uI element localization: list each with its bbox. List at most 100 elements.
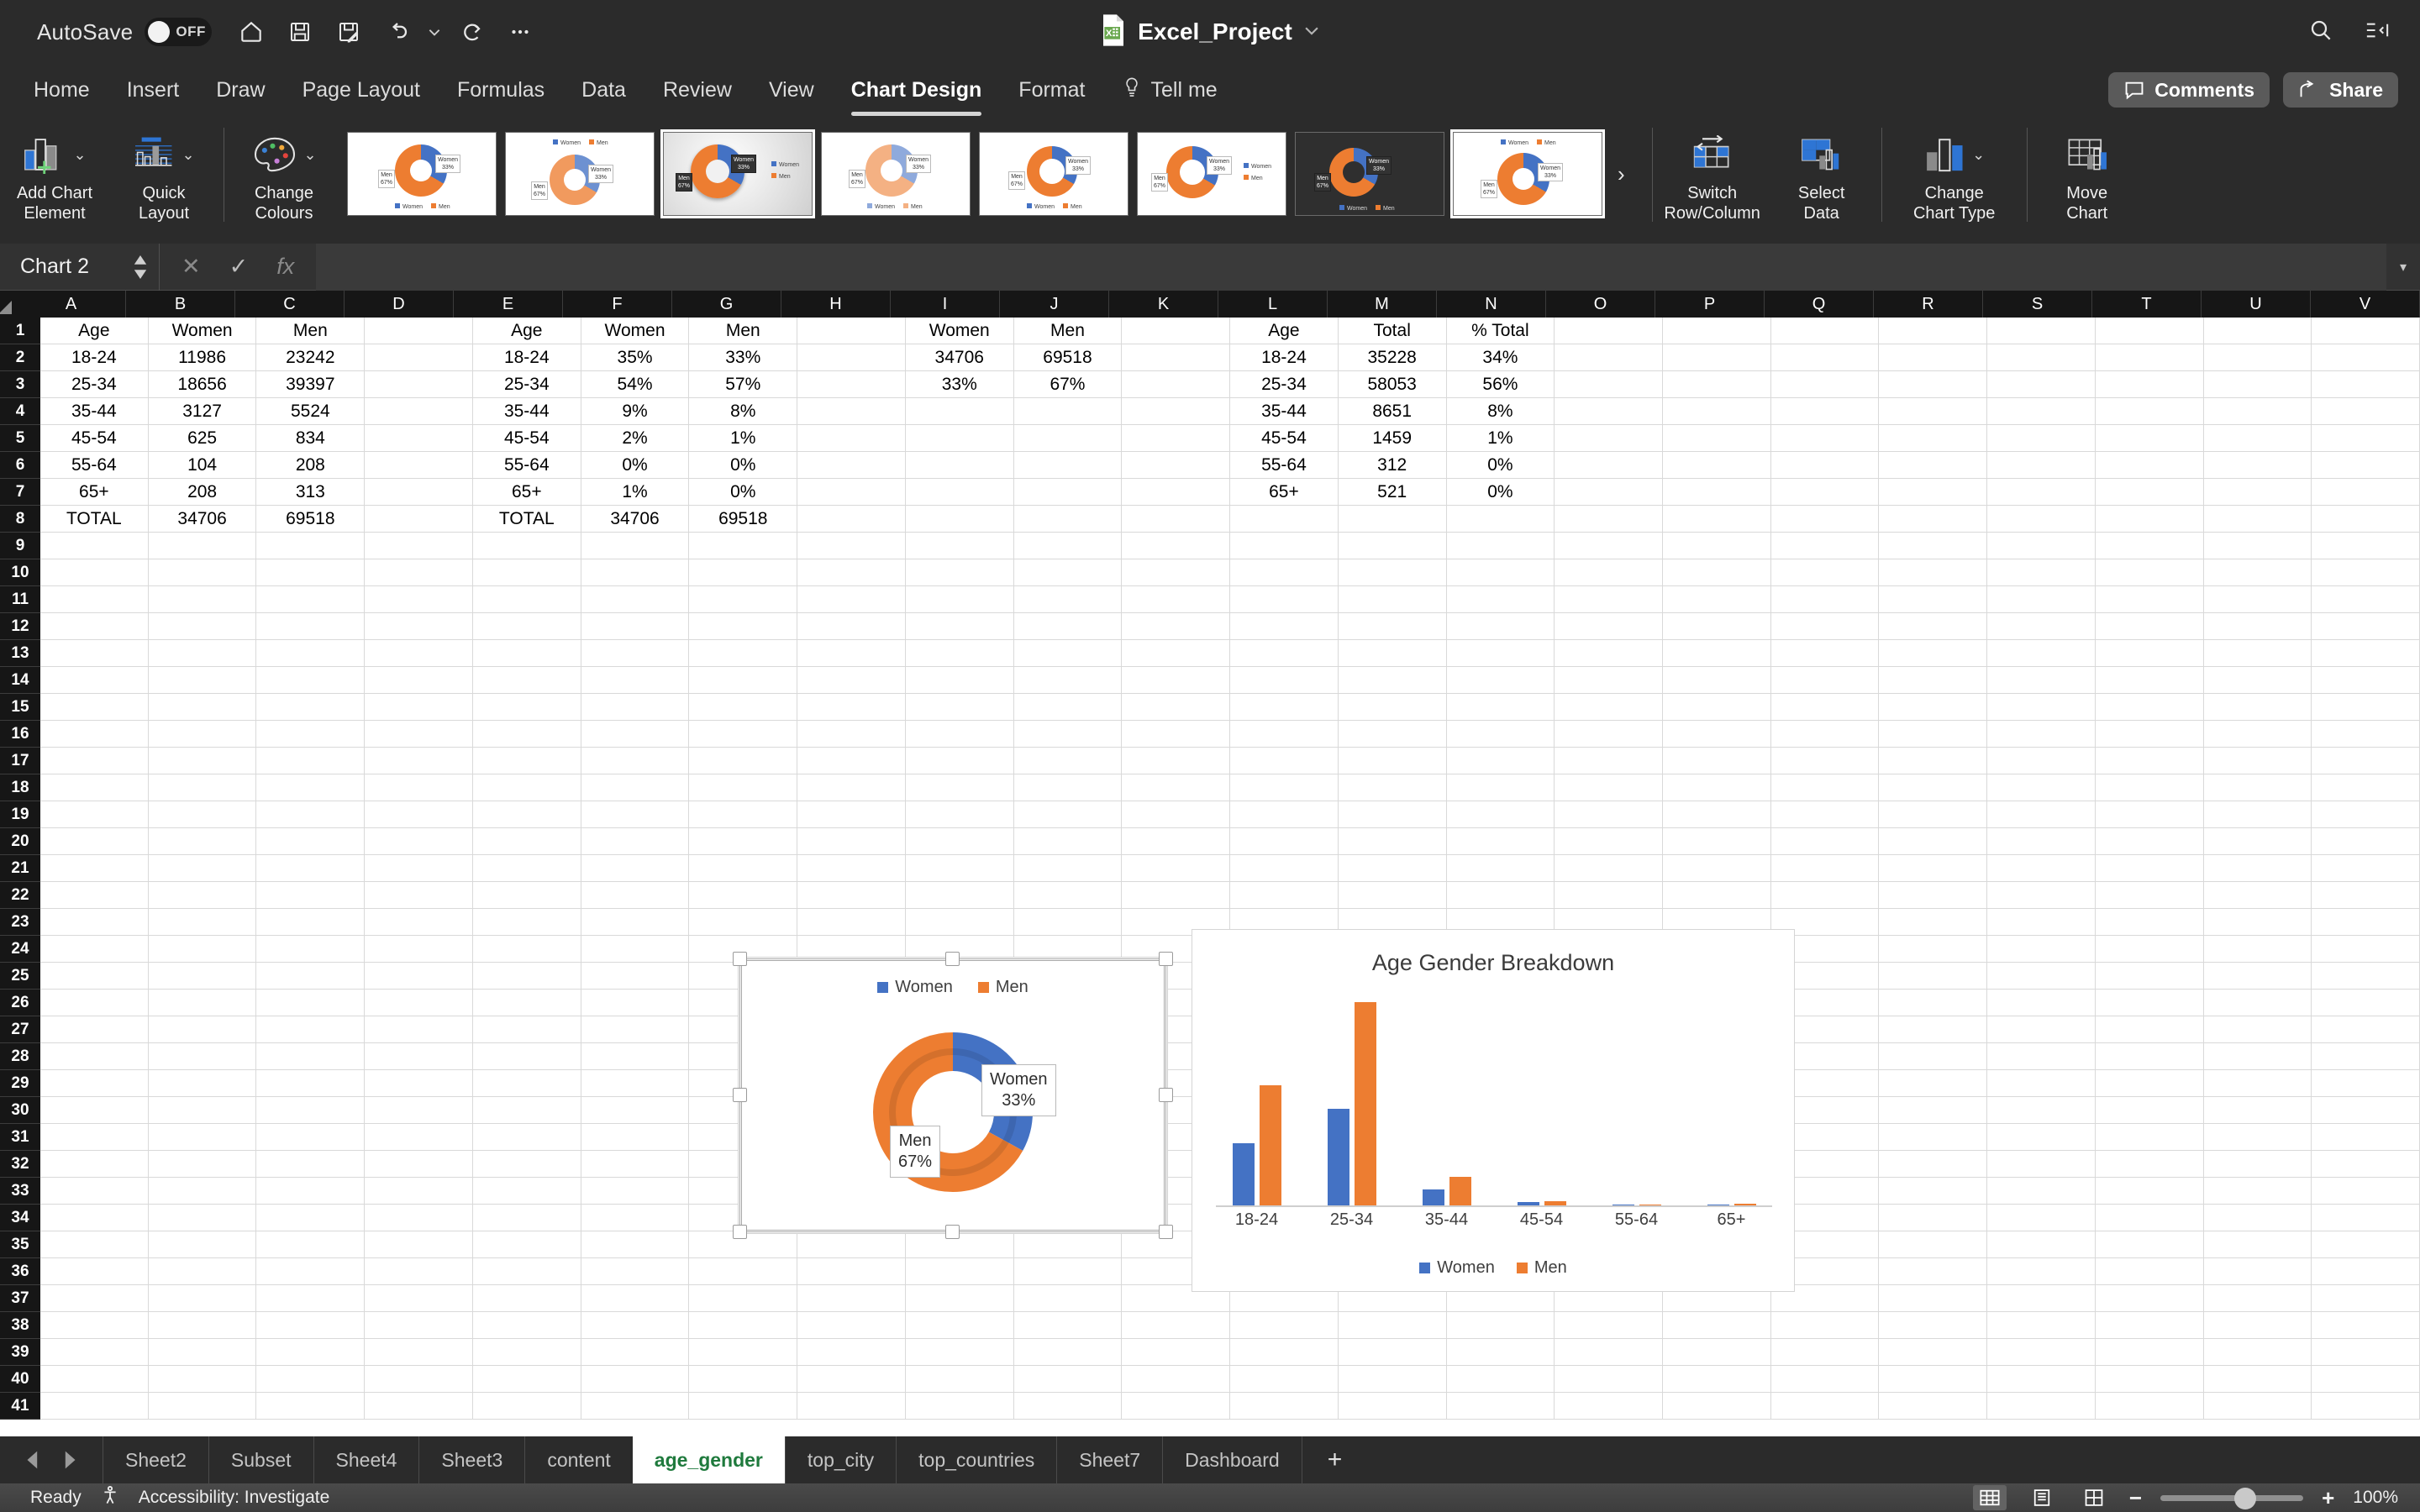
chart-style-thumb-6[interactable]: Women 33% Men 67% Women Men: [1137, 132, 1286, 216]
cell-L13[interactable]: [1230, 640, 1339, 667]
cell-E17[interactable]: [472, 748, 581, 774]
cell-G9[interactable]: [689, 533, 798, 559]
cell-Q4[interactable]: [1770, 398, 1880, 425]
cell-E23[interactable]: [472, 909, 581, 936]
cell-A30[interactable]: [40, 1097, 149, 1124]
cell-N17[interactable]: [1446, 748, 1555, 774]
cell-B38[interactable]: [148, 1312, 257, 1339]
cell-O40[interactable]: [1555, 1366, 1664, 1393]
cell-S35[interactable]: [1987, 1231, 2096, 1258]
row-header-40[interactable]: 40: [0, 1366, 40, 1393]
chevron-down-icon[interactable]: ⌄: [1972, 144, 1985, 165]
cell-A31[interactable]: [40, 1124, 149, 1151]
undo-icon[interactable]: [373, 8, 422, 56]
cell-E10[interactable]: [472, 559, 581, 586]
cell-M9[interactable]: [1338, 533, 1447, 559]
cell-Q18[interactable]: [1770, 774, 1880, 801]
cell-Q8[interactable]: [1770, 506, 1880, 533]
cell-T24[interactable]: [2095, 936, 2204, 963]
cell-V24[interactable]: [2312, 936, 2420, 963]
cell-F1[interactable]: Women: [581, 318, 690, 344]
cell-B33[interactable]: [148, 1178, 257, 1205]
resize-handle-top-left[interactable]: [733, 952, 747, 966]
cell-S33[interactable]: [1987, 1178, 2096, 1205]
cell-D12[interactable]: [365, 613, 473, 640]
cell-E25[interactable]: [472, 963, 581, 990]
cell-M8[interactable]: [1338, 506, 1447, 533]
cell-B4[interactable]: 3127: [148, 398, 257, 425]
cell-H5[interactable]: [797, 425, 906, 452]
cell-D4[interactable]: [365, 398, 473, 425]
cell-D11[interactable]: [365, 586, 473, 613]
cell-G39[interactable]: [689, 1339, 798, 1366]
cell-K16[interactable]: [1122, 721, 1231, 748]
cell-S31[interactable]: [1987, 1124, 2096, 1151]
cell-C40[interactable]: [256, 1366, 366, 1393]
cell-G18[interactable]: [689, 774, 798, 801]
cell-T4[interactable]: [2095, 398, 2204, 425]
bar-men-65+[interactable]: [1733, 1204, 1756, 1205]
cell-E28[interactable]: [472, 1043, 581, 1070]
cell-L6[interactable]: 55-64: [1230, 452, 1339, 479]
column-header-O[interactable]: O: [1546, 291, 1655, 318]
cell-J19[interactable]: [1013, 801, 1123, 828]
cell-Q13[interactable]: [1770, 640, 1880, 667]
cell-U11[interactable]: [2203, 586, 2312, 613]
resize-handle-bottom-left[interactable]: [733, 1225, 747, 1239]
cell-P39[interactable]: [1663, 1339, 1771, 1366]
cell-V36[interactable]: [2312, 1258, 2420, 1285]
cell-B36[interactable]: [148, 1258, 257, 1285]
cell-S19[interactable]: [1987, 801, 2096, 828]
cell-V35[interactable]: [2312, 1231, 2420, 1258]
cell-K22[interactable]: [1122, 882, 1231, 909]
cell-B39[interactable]: [148, 1339, 257, 1366]
cell-T25[interactable]: [2095, 963, 2204, 990]
cell-U2[interactable]: [2203, 344, 2312, 371]
cell-R13[interactable]: [1879, 640, 1988, 667]
cell-B14[interactable]: [148, 667, 257, 694]
cell-G38[interactable]: [689, 1312, 798, 1339]
column-header-B[interactable]: B: [126, 291, 235, 318]
cell-O1[interactable]: [1555, 318, 1664, 344]
cell-E32[interactable]: [472, 1151, 581, 1178]
cell-U16[interactable]: [2203, 721, 2312, 748]
cell-A20[interactable]: [40, 828, 149, 855]
cell-H20[interactable]: [797, 828, 906, 855]
zoom-in-button[interactable]: +: [2322, 1485, 2334, 1511]
cell-B41[interactable]: [148, 1393, 257, 1420]
cell-R41[interactable]: [1879, 1393, 1988, 1420]
cell-M19[interactable]: [1338, 801, 1447, 828]
cell-R27[interactable]: [1879, 1016, 1988, 1043]
cell-B18[interactable]: [148, 774, 257, 801]
cell-Q9[interactable]: [1770, 533, 1880, 559]
cell-V21[interactable]: [2312, 855, 2420, 882]
cell-J21[interactable]: [1013, 855, 1123, 882]
cell-S38[interactable]: [1987, 1312, 2096, 1339]
cell-V31[interactable]: [2312, 1124, 2420, 1151]
bar-women-25-34[interactable]: [1327, 1109, 1349, 1205]
cell-I8[interactable]: [905, 506, 1014, 533]
cell-Q39[interactable]: [1770, 1339, 1880, 1366]
cell-D18[interactable]: [365, 774, 473, 801]
cell-S28[interactable]: [1987, 1043, 2096, 1070]
row-header-4[interactable]: 4: [0, 398, 40, 425]
cell-B17[interactable]: [148, 748, 257, 774]
cell-A24[interactable]: [40, 936, 149, 963]
cell-U8[interactable]: [2203, 506, 2312, 533]
cell-F27[interactable]: [581, 1016, 690, 1043]
cell-F28[interactable]: [581, 1043, 690, 1070]
cell-N3[interactable]: 56%: [1446, 371, 1555, 398]
cell-A35[interactable]: [40, 1231, 149, 1258]
cell-S5[interactable]: [1987, 425, 2096, 452]
cell-P6[interactable]: [1663, 452, 1771, 479]
cell-U21[interactable]: [2203, 855, 2312, 882]
cell-R9[interactable]: [1879, 533, 1988, 559]
cell-O5[interactable]: [1555, 425, 1664, 452]
cell-P8[interactable]: [1663, 506, 1771, 533]
cell-R19[interactable]: [1879, 801, 1988, 828]
cell-S13[interactable]: [1987, 640, 2096, 667]
cell-S37[interactable]: [1987, 1285, 2096, 1312]
switch-row-column-button[interactable]: Switch Row/Column: [1658, 116, 1767, 240]
cell-L11[interactable]: [1230, 586, 1339, 613]
row-header-29[interactable]: 29: [0, 1070, 40, 1097]
